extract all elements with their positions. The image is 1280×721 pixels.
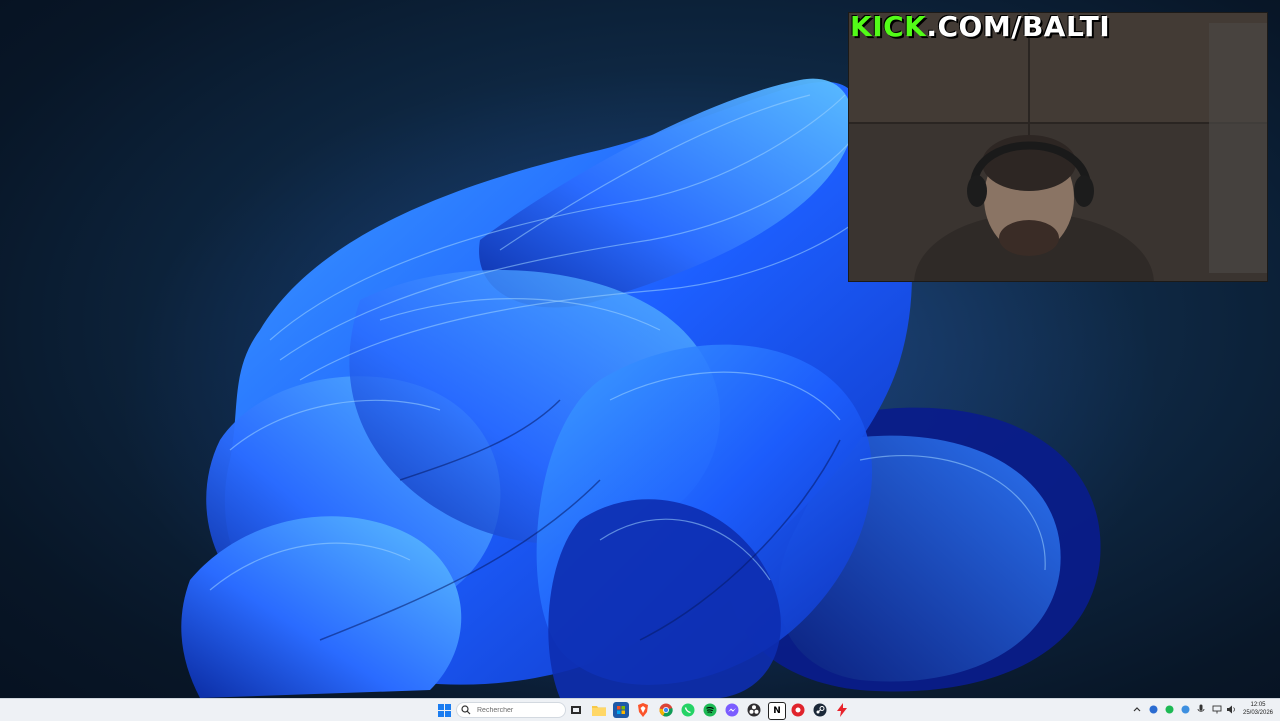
- store-icon[interactable]: [613, 702, 629, 718]
- taskbar-clock[interactable]: 12:05 25/03/2026: [1240, 701, 1276, 717]
- steam-icon[interactable]: [812, 702, 828, 718]
- tray-app-3-icon[interactable]: [1180, 704, 1190, 714]
- stream-brand-text: KICK.COM/BALTI: [850, 10, 1110, 44]
- notion-icon[interactable]: N: [768, 702, 786, 720]
- spotify-icon[interactable]: [702, 702, 718, 718]
- windows-start-icon[interactable]: [436, 702, 452, 718]
- search-input[interactable]: [477, 706, 557, 714]
- webcam-feed: [849, 13, 1267, 281]
- brand-rest: .COM/BALTI: [926, 10, 1111, 43]
- webcam-overlay: [848, 12, 1268, 282]
- search-icon: [461, 705, 471, 715]
- whatsapp-icon[interactable]: [680, 702, 696, 718]
- volume-icon[interactable]: [1226, 704, 1236, 714]
- file-explorer-icon[interactable]: [591, 702, 607, 718]
- app-red-icon[interactable]: [790, 702, 806, 718]
- tray-app-2-icon[interactable]: [1164, 704, 1174, 714]
- microphone-icon[interactable]: [1196, 704, 1206, 714]
- clock-time: 12:05: [1250, 702, 1266, 708]
- chrome-icon[interactable]: [658, 702, 674, 718]
- network-icon[interactable]: [1212, 704, 1222, 714]
- tray-app-1-icon[interactable]: [1148, 704, 1158, 714]
- brand-accent: KICK: [850, 10, 927, 43]
- chevron-up-icon[interactable]: [1132, 704, 1142, 714]
- brave-browser-icon[interactable]: [635, 702, 651, 718]
- app-bolt-icon[interactable]: [834, 702, 850, 718]
- taskbar-search[interactable]: [456, 702, 566, 718]
- task-view-icon[interactable]: [568, 702, 584, 718]
- messenger-icon[interactable]: [724, 702, 740, 718]
- obs-icon[interactable]: [746, 702, 762, 718]
- taskbar: N 12:05 25/03/2026: [0, 698, 1280, 721]
- clock-date: 25/03/2026: [1242, 710, 1274, 716]
